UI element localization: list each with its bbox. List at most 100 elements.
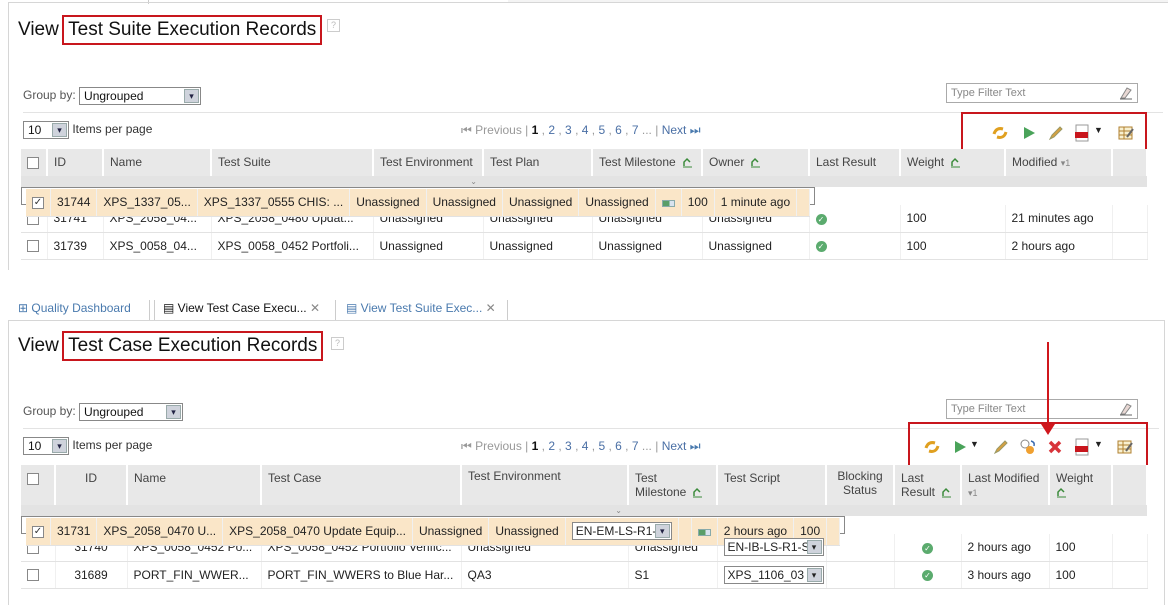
tab-test-suite-execution[interactable]: ▤ View Test Suite Exec... ✕ — [338, 300, 508, 320]
eraser-icon[interactable] — [1119, 402, 1133, 416]
refresh-icon[interactable] — [923, 438, 941, 456]
column-header-test-script[interactable]: Test Script — [717, 465, 827, 505]
table-row[interactable]: ✓ 31731 XPS_2058_0470 U... XPS_2058_0470… — [21, 516, 846, 546]
page-link-4[interactable]: 4 — [582, 439, 589, 453]
first-page-icon[interactable]: ⏮ — [461, 439, 472, 453]
help-icon[interactable]: ? — [327, 19, 340, 32]
row-checkbox[interactable]: ✓ — [32, 526, 44, 539]
column-header-last-modified[interactable]: Last Modified ▾1 — [961, 465, 1050, 505]
cell-test-suite-link[interactable]: XPS_0058_0452 Portfoli... — [211, 232, 374, 260]
column-header-owner[interactable]: Owner — [702, 149, 810, 176]
group-icon[interactable] — [941, 487, 952, 498]
group-icon[interactable] — [750, 157, 761, 168]
last-page-icon[interactable]: ⏭ — [690, 439, 701, 453]
table-settings-icon[interactable] — [1116, 438, 1134, 456]
column-header-test-milestone[interactable]: Test Milestone — [592, 149, 703, 176]
column-header-test-environment[interactable]: Test Environment — [373, 149, 484, 176]
column-header-test-milestone[interactable]: Test Milestone — [628, 465, 718, 505]
page-link-3[interactable]: 3 — [565, 123, 572, 137]
filter-input[interactable]: Type Filter Text — [946, 399, 1138, 419]
delete-icon[interactable] — [1046, 438, 1064, 456]
page-link-7[interactable]: 7 — [632, 439, 639, 453]
row-checkbox[interactable] — [27, 569, 39, 582]
page-link-3[interactable]: 3 — [565, 439, 572, 453]
cell-last-modified: 2 hours ago — [961, 534, 1050, 562]
column-header-modified[interactable]: Modified ▾1 — [1005, 149, 1113, 176]
column-header-test-environment[interactable]: Test Environment — [461, 465, 629, 505]
pdf-dropdown-arrow[interactable]: ▼ — [1094, 439, 1103, 449]
refresh-icon[interactable] — [991, 124, 1009, 142]
run-icon[interactable] — [951, 438, 969, 456]
column-header-blocking-status[interactable]: Blocking Status — [826, 465, 895, 505]
column-header-name[interactable]: Name — [127, 465, 262, 505]
previous-link[interactable]: Previous — [475, 123, 522, 137]
page-link-2[interactable]: 2 — [548, 123, 555, 137]
table-row[interactable]: ✓ 31744 XPS_1337_05... XPS_1337_0555 CHI… — [21, 187, 816, 217]
last-page-icon[interactable]: ⏭ — [690, 123, 701, 137]
previous-link[interactable]: Previous — [475, 439, 522, 453]
group-icon[interactable] — [950, 157, 961, 168]
close-icon[interactable]: ✕ — [486, 301, 496, 315]
close-icon[interactable]: ✕ — [310, 301, 320, 315]
items-per-page-select[interactable]: 10 ▾ — [23, 121, 69, 139]
column-header-test-suite[interactable]: Test Suite — [211, 149, 374, 176]
edit-icon[interactable] — [1047, 124, 1065, 142]
test-script-select[interactable]: EN-IB-LS-R1-S ▾ — [723, 538, 824, 557]
page-link-6[interactable]: 6 — [615, 123, 622, 137]
row-checkbox[interactable]: ✓ — [32, 197, 44, 210]
pdf-export-icon[interactable] — [1073, 124, 1091, 142]
items-per-page-select[interactable]: 10 ▾ — [23, 437, 69, 455]
table-settings-icon[interactable] — [1117, 124, 1135, 142]
run-dropdown-arrow[interactable]: ▼ — [970, 439, 979, 449]
column-header-weight[interactable]: Weight — [1049, 465, 1113, 505]
group-by: Group by: Ungrouped ▾ — [23, 403, 184, 421]
first-page-icon[interactable]: ⏮ — [461, 123, 472, 137]
test-script-select[interactable]: EN-EM-LS-R1- ▾ — [571, 522, 672, 541]
filter-input[interactable]: Type Filter Text — [946, 83, 1138, 103]
tab-test-case-execution[interactable]: ▤ View Test Case Execu... ✕ — [154, 300, 336, 320]
pdf-export-icon[interactable] — [1073, 438, 1091, 456]
cell-blocking-status — [826, 561, 895, 589]
test-script-select[interactable]: XPS_1106_03 ▾ — [723, 565, 824, 584]
column-header-name[interactable]: Name — [103, 149, 212, 176]
tab-quality-dashboard[interactable]: ⊞ Quality Dashboard — [10, 300, 150, 320]
group-by-select[interactable]: Ungrouped ▾ — [79, 403, 184, 421]
page-link-6[interactable]: 6 — [615, 439, 622, 453]
column-header-test-plan[interactable]: Test Plan — [483, 149, 593, 176]
eraser-icon[interactable] — [1119, 86, 1133, 100]
reassign-icon[interactable] — [1019, 438, 1037, 456]
cell-test-case-link[interactable]: XPS_2058_0470 Update Equip... — [222, 518, 413, 546]
column-header-test-case[interactable]: Test Case — [261, 465, 462, 505]
group-icon[interactable] — [682, 157, 693, 168]
column-header-last-result[interactable]: Last Result — [809, 149, 901, 176]
help-icon[interactable]: ? — [331, 337, 344, 350]
page-link-7[interactable]: 7 — [632, 123, 639, 137]
group-icon[interactable] — [1056, 487, 1067, 498]
edit-icon[interactable] — [992, 438, 1010, 456]
chevron-down-icon[interactable]: ⌄ — [21, 176, 483, 187]
run-icon[interactable] — [1020, 124, 1038, 142]
select-all-checkbox[interactable] — [27, 156, 39, 169]
chevron-down-icon[interactable]: ⌄ — [21, 505, 628, 516]
pdf-dropdown-arrow[interactable]: ▼ — [1094, 125, 1103, 135]
column-header-id[interactable]: ID — [47, 149, 104, 176]
group-icon[interactable] — [692, 487, 703, 498]
table-row[interactable]: 31739 XPS_0058_04... XPS_0058_0452 Portf… — [21, 232, 1148, 260]
next-link[interactable]: Next — [662, 439, 687, 453]
next-link[interactable]: Next — [662, 123, 687, 137]
column-header-weight[interactable]: Weight — [900, 149, 1006, 176]
column-header-id[interactable]: ID — [55, 465, 128, 505]
table-row[interactable]: 31689 PORT_FIN_WWER... PORT_FIN_WWERS to… — [21, 561, 1148, 589]
cell-test-suite-link[interactable]: XPS_1337_0555 CHIS: ... — [197, 189, 351, 217]
row-checkbox[interactable] — [27, 240, 39, 253]
column-header-last-result[interactable]: Last Result — [894, 465, 962, 505]
page-link-2[interactable]: 2 — [548, 439, 555, 453]
page-link-4[interactable]: 4 — [582, 123, 589, 137]
group-by-select[interactable]: Ungrouped ▾ — [79, 87, 202, 105]
select-all-checkbox[interactable] — [27, 472, 39, 485]
cell-test-case-link[interactable]: PORT_FIN_WWERS to Blue Har... — [261, 561, 462, 589]
page-link-5[interactable]: 5 — [598, 123, 605, 137]
toolbar-highlight-box: ▼ — [961, 112, 1147, 151]
cell-id: 31739 — [47, 232, 104, 260]
page-link-5[interactable]: 5 — [598, 439, 605, 453]
